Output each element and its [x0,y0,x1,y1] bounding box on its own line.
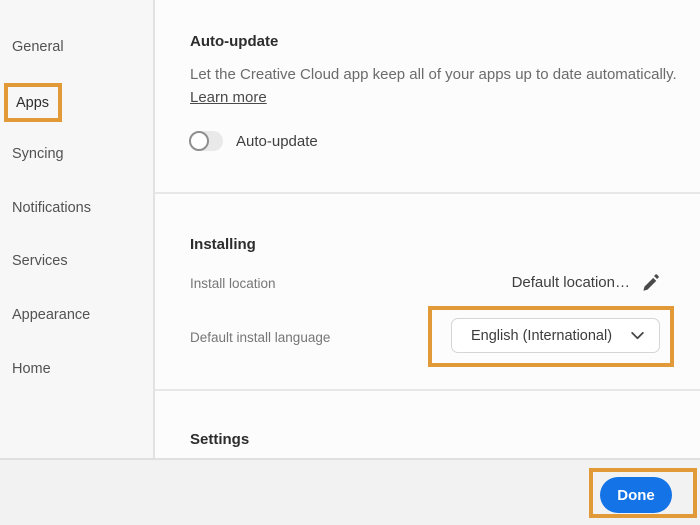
install-location-value-row: Default location… [512,273,661,292]
sidebar-item-appearance[interactable]: Appearance [12,307,90,323]
pencil-icon [642,273,661,292]
installing-section-title: Installing [190,236,256,253]
install-location-value: Default location… [511,274,630,291]
language-dropdown-value: English (International) [471,327,613,344]
default-install-language-label: Default install language [190,330,331,345]
section-divider [155,389,700,391]
toggle-knob [189,131,209,151]
auto-update-section-title: Auto-update [190,33,279,50]
language-dropdown[interactable]: English (International) [451,318,660,353]
sidebar-item-notifications[interactable]: Notifications [12,200,91,216]
sidebar-item-home[interactable]: Home [12,361,51,377]
sidebar: General Apps Syncing Notifications Servi… [0,0,155,459]
section-divider [155,192,700,194]
chevron-down-icon [631,331,644,340]
learn-more-link[interactable]: Learn more [190,89,267,106]
done-button[interactable]: Done [600,477,672,513]
sidebar-item-apps[interactable]: Apps [16,95,49,111]
creative-cloud-preferences-window: General Apps Syncing Notifications Servi… [0,0,700,525]
install-location-label: Install location [190,276,276,291]
sidebar-item-general[interactable]: General [12,39,64,55]
footer-bar [0,458,700,525]
settings-section-title: Settings [190,431,250,448]
auto-update-toggle[interactable] [189,131,223,151]
edit-install-location-button[interactable] [642,273,661,292]
auto-update-toggle-label: Auto-update [236,133,318,150]
highlight-box-apps: Apps [4,83,62,122]
auto-update-description: Let the Creative Cloud app keep all of y… [190,66,677,83]
sidebar-item-syncing[interactable]: Syncing [12,146,64,162]
sidebar-item-services[interactable]: Services [12,253,68,269]
